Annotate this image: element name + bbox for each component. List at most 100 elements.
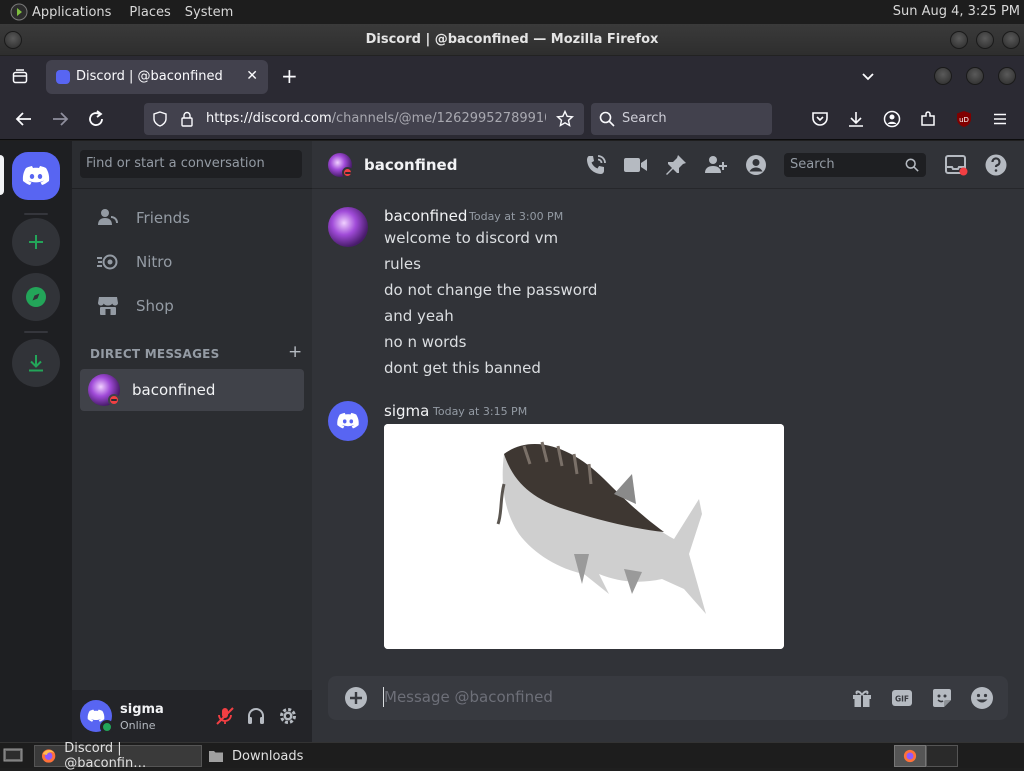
nav-nitro[interactable]: Nitro	[80, 241, 304, 283]
video-call-icon[interactable]	[623, 153, 649, 177]
create-dm-icon[interactable]: +	[288, 342, 302, 362]
discord-app: Find or start a conversation Friends Nit…	[0, 141, 1024, 742]
message-text: do not change the password	[384, 281, 598, 299]
user-status: Online	[120, 719, 156, 732]
menu-system[interactable]: System	[185, 5, 233, 20]
nav-shop-label: Shop	[136, 297, 174, 315]
message-avatar[interactable]	[328, 401, 368, 441]
dm-list-item[interactable]: baconfined	[80, 369, 304, 411]
back-icon[interactable]	[15, 110, 33, 128]
gif-icon[interactable]: GIF	[890, 686, 914, 710]
add-server-button[interactable]	[12, 218, 60, 266]
list-all-tabs-icon[interactable]	[861, 70, 875, 84]
menu-applications[interactable]: Applications	[32, 5, 111, 20]
voice-call-icon[interactable]	[584, 153, 608, 177]
message-text: and yeah	[384, 307, 454, 325]
nav-friends-label: Friends	[136, 209, 190, 227]
forward-icon[interactable]	[51, 110, 69, 128]
inbox-icon[interactable]	[944, 153, 968, 177]
svg-text:uD: uD	[959, 116, 969, 124]
message-image-attachment[interactable]	[384, 424, 784, 649]
taskbar-item-downloads[interactable]: Downloads	[202, 745, 372, 767]
message-text: no n words	[384, 333, 467, 351]
firefox-search-bar[interactable]: Search	[591, 103, 772, 135]
server-sidebar	[0, 141, 72, 742]
direct-messages-header: DIRECT MESSAGES	[90, 347, 220, 361]
firefox-tabstrip: Discord | @baconfined ✕ +	[0, 56, 1024, 98]
gift-icon[interactable]	[850, 686, 874, 710]
fish-image	[384, 424, 784, 649]
emoji-icon[interactable]	[970, 686, 994, 710]
sticker-icon[interactable]	[930, 686, 954, 710]
taskbar-item-label: Discord | @baconfin…	[64, 741, 147, 771]
account-icon[interactable]	[883, 110, 901, 128]
new-tab-icon[interactable]: +	[281, 64, 298, 88]
show-desktop-icon[interactable]	[3, 747, 23, 763]
message-timestamp: Today at 3:15 PM	[433, 405, 528, 418]
close-window-button[interactable]	[1002, 31, 1020, 49]
panel-clock[interactable]: Sun Aug 4, 3:25 PM	[893, 4, 1020, 19]
guild-separator	[24, 331, 48, 333]
bookmark-star-icon[interactable]	[556, 110, 574, 128]
help-icon[interactable]	[984, 153, 1008, 177]
add-attachment-icon[interactable]	[344, 686, 368, 710]
workspace-2[interactable]	[926, 745, 958, 767]
search-icon	[599, 111, 615, 127]
hamburger-menu-icon[interactable]	[991, 110, 1009, 128]
minimize-button[interactable]	[950, 31, 968, 49]
ublock-icon[interactable]: uD	[955, 110, 973, 128]
gnome-top-panel: Applications Places System Sun Aug 4, 3:…	[0, 0, 1024, 24]
dm-search-divider	[72, 188, 312, 189]
search-icon	[905, 158, 919, 172]
home-button[interactable]	[12, 152, 60, 200]
compass-icon	[26, 287, 46, 307]
nav-nitro-label: Nitro	[136, 253, 173, 271]
nav-shop[interactable]: Shop	[80, 285, 304, 327]
url-bar[interactable]: https://discord.com/channels/@me/1262995…	[144, 103, 584, 135]
nitro-icon	[97, 254, 118, 270]
discord-logo-icon	[337, 412, 359, 429]
reload-icon[interactable]	[87, 110, 105, 128]
browser-tab[interactable]: Discord | @baconfined ✕	[46, 60, 268, 94]
selected-pill	[0, 155, 4, 195]
add-friends-to-dm-icon[interactable]	[704, 153, 728, 177]
discord-favicon	[56, 70, 70, 84]
message-author[interactable]: sigma	[384, 402, 429, 420]
taskbar-item-firefox[interactable]: Discord | @baconfin…	[34, 741, 202, 771]
channel-search-placeholder: Search	[790, 157, 835, 172]
url-text: https://discord.com/channels/@me/1262995…	[206, 111, 546, 126]
tabstrip-close[interactable]	[998, 67, 1016, 85]
tabstrip-minimize[interactable]	[934, 67, 952, 85]
mic-muted-icon[interactable]	[215, 706, 235, 726]
message-avatar[interactable]	[328, 207, 368, 247]
gnome-bottom-panel: Discord | @baconfin… Downloads	[0, 741, 1024, 771]
nav-friends[interactable]: Friends	[80, 197, 304, 239]
channel-search-input[interactable]: Search	[784, 153, 926, 177]
explore-servers-button[interactable]	[12, 273, 60, 321]
close-tab-icon[interactable]: ✕	[246, 68, 258, 84]
download-apps-button[interactable]	[12, 339, 60, 387]
menu-places[interactable]: Places	[129, 5, 170, 20]
settings-gear-icon[interactable]	[278, 706, 298, 726]
pinned-messages-icon[interactable]	[664, 153, 688, 177]
dm-search-button[interactable]: Find or start a conversation	[80, 150, 302, 178]
tab-title: Discord | @baconfined	[76, 69, 223, 84]
dm-sidebar: Find or start a conversation Friends Nit…	[72, 141, 312, 742]
headphones-icon[interactable]	[246, 706, 266, 726]
firefox-icon	[41, 749, 56, 763]
tracking-shield-icon[interactable]	[152, 111, 168, 127]
tab-overview-icon[interactable]	[12, 69, 28, 85]
lock-icon[interactable]	[180, 111, 194, 127]
downloads-icon[interactable]	[847, 110, 865, 128]
workspace-switcher[interactable]	[894, 745, 926, 767]
taskbar-item-label: Downloads	[232, 748, 304, 764]
dnd-status-icon	[342, 167, 353, 178]
maximize-button[interactable]	[976, 31, 994, 49]
message-composer[interactable]: Message @baconfined GIF	[328, 676, 1008, 720]
pocket-icon[interactable]	[811, 110, 829, 128]
tabstrip-maximize[interactable]	[966, 67, 984, 85]
user-profile-icon[interactable]	[744, 153, 768, 177]
window-titlebar[interactable]: Discord | @baconfined — Mozilla Firefox	[0, 24, 1024, 56]
extensions-icon[interactable]	[919, 110, 937, 128]
message-author[interactable]: baconfined	[384, 207, 467, 225]
